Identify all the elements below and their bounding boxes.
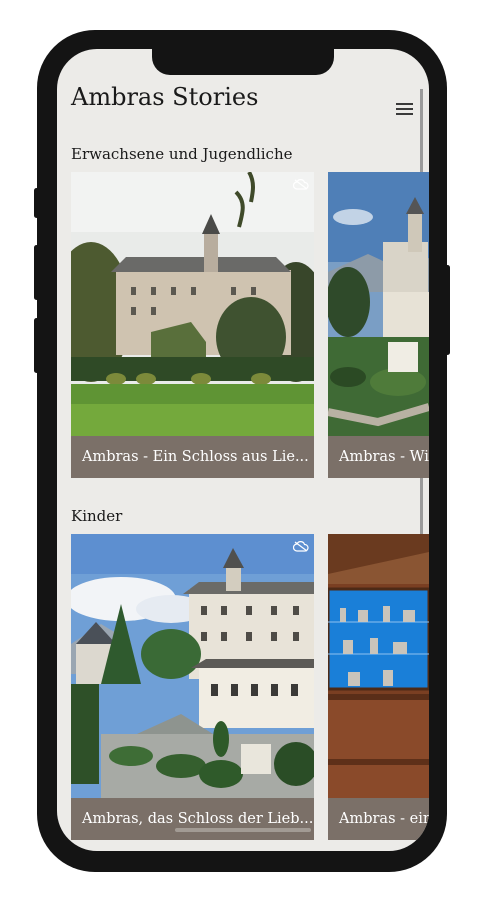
castle-garden-photo bbox=[71, 172, 314, 436]
section-title-kids: Kinder bbox=[71, 507, 123, 525]
story-card-1[interactable]: Ambras - Ein Schloss aus Lie... bbox=[71, 172, 314, 478]
phone-screen: Ambras Stories Erwachsene und Jugendlich… bbox=[57, 49, 429, 851]
cloud-icon bbox=[293, 541, 309, 552]
story-card-caption: Ambras - ein bbox=[328, 798, 429, 840]
cloud-icon bbox=[293, 179, 309, 190]
section-title-adults: Erwachsene und Jugendliche bbox=[71, 145, 293, 163]
museum-display-case-photo bbox=[328, 534, 429, 798]
castle-hedge-garden-photo bbox=[71, 534, 314, 798]
story-card-caption: Ambras - Wi bbox=[328, 436, 429, 478]
story-card-4[interactable]: Ambras - ein bbox=[328, 534, 429, 840]
story-card-caption: Ambras, das Schloss der Lieb... bbox=[71, 798, 314, 840]
hamburger-menu-icon[interactable] bbox=[396, 103, 413, 116]
story-card-caption: Ambras - Ein Schloss aus Lie... bbox=[71, 436, 314, 478]
story-card-2[interactable]: Ambras - Wi bbox=[328, 172, 429, 478]
app-title: Ambras Stories bbox=[71, 83, 259, 111]
phone-notch bbox=[152, 49, 334, 75]
story-card-3[interactable]: Ambras, das Schloss der Lieb... bbox=[71, 534, 314, 840]
castle-aerial-garden-photo bbox=[328, 172, 429, 436]
home-indicator bbox=[175, 828, 311, 832]
